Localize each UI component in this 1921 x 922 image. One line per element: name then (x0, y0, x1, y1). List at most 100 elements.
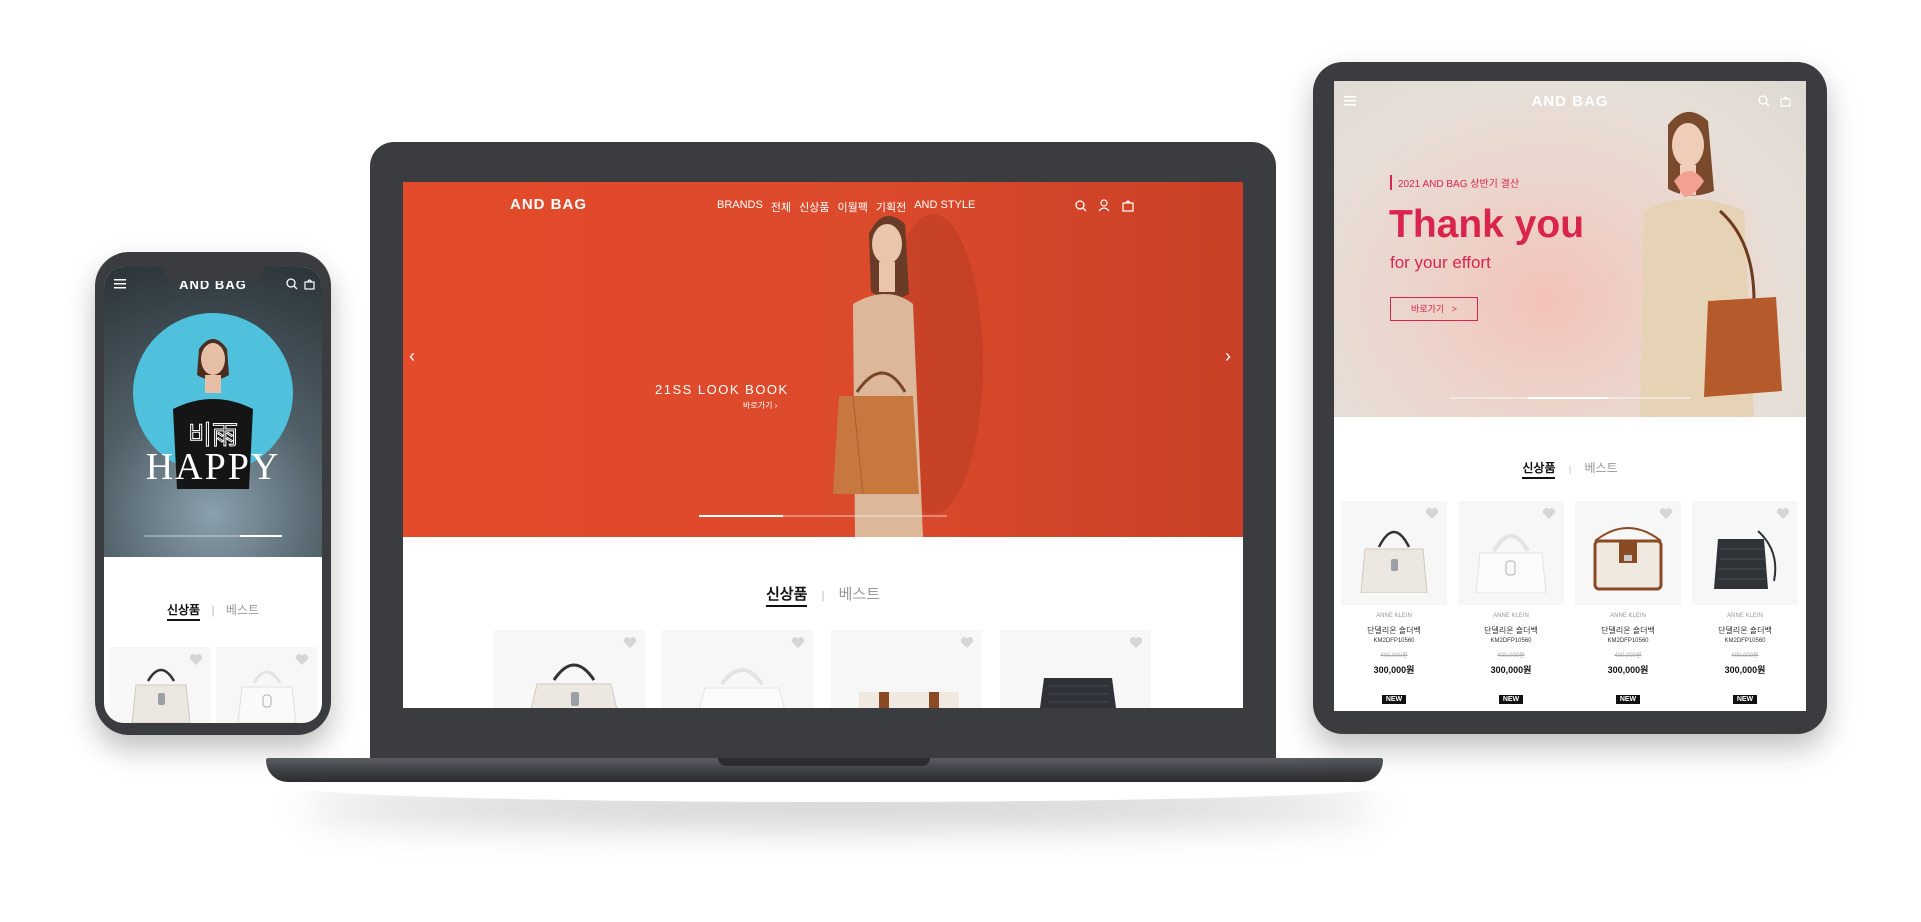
tablet-product-image-2[interactable] (1458, 501, 1564, 605)
product-name[interactable]: 단델리온 숄더백 (1341, 625, 1447, 636)
wishlist-heart-icon[interactable] (1129, 636, 1143, 649)
laptop-search-icon[interactable] (1075, 200, 1087, 212)
tablet-tabs: 신상품 | 베스트 (1334, 459, 1806, 479)
new-badge: NEW (1732, 695, 1758, 704)
mobile-search-icon[interactable] (286, 278, 298, 290)
tablet-device: 2021 AND BAG 상반기 결산 Thank you for your e… (1313, 62, 1827, 734)
tablet-product-info-2: ANNE KLEIN 단델리온 숄더백 KM2DFP10560 400,000원… (1458, 613, 1564, 706)
laptop-hero: 21SS LOOK BOOK 바로가기 › ‹ › (403, 182, 1243, 537)
mobile-tab-best[interactable]: 베스트 (226, 603, 259, 617)
nav-carryover[interactable]: 이월팩 (837, 199, 867, 215)
product-bag-image (1360, 530, 1428, 593)
tablet-product-image-3[interactable] (1575, 501, 1681, 605)
laptop-product-card-4[interactable] (1000, 630, 1151, 708)
mobile-product-card-2[interactable] (216, 647, 317, 723)
tablet-hero-eyebrow: 2021 AND BAG 상반기 결산 (1390, 175, 1519, 190)
laptop-bag-icon[interactable] (1122, 199, 1134, 212)
product-price: 300,000원 (1724, 665, 1766, 675)
mobile-tab-new[interactable]: 신상품 (166, 603, 201, 621)
laptop-tabs: 신상품 | 베스트 (403, 583, 1243, 607)
laptop-product-card-1[interactable] (494, 630, 645, 708)
laptop-product-card-2[interactable] (662, 630, 813, 708)
tablet-search-icon[interactable] (1758, 95, 1770, 107)
laptop-model-figure (833, 214, 983, 537)
tablet-hero-subtitle: for your effort (1390, 253, 1491, 272)
tablet-hero: 2021 AND BAG 상반기 결산 Thank you for your e… (1334, 81, 1806, 417)
product-original-price: 400,000원 (1614, 653, 1642, 659)
tablet-product-image-4[interactable] (1692, 501, 1798, 605)
mobile-device: 비雨 HAPPY AND BAG 신상품 | 베스트 (95, 252, 331, 735)
product-name[interactable]: 단델리온 숄더백 (1458, 625, 1564, 636)
product-bag-image (530, 663, 618, 708)
tablet-model-figure (1640, 111, 1782, 417)
product-name[interactable]: 단델리온 숄더백 (1692, 625, 1798, 636)
product-code: KM2DFP10560 (1607, 638, 1649, 644)
product-brand: ANNE KLEIN (1493, 613, 1529, 619)
product-bag-image (859, 692, 959, 708)
wishlist-heart-icon[interactable] (960, 636, 974, 649)
laptop-brand-logo[interactable]: AND BAG (510, 196, 587, 213)
laptop-device: 21SS LOOK BOOK 바로가기 › ‹ › AND BAG BRANDS… (370, 142, 1276, 760)
laptop-product-card-3[interactable] (831, 630, 982, 708)
laptop-trackpad-notch (718, 758, 930, 766)
product-bag-image (1040, 678, 1116, 708)
laptop-user-icon[interactable] (1098, 199, 1110, 212)
wishlist-heart-icon[interactable] (1776, 507, 1790, 520)
tablet-product-info-3: ANNE KLEIN 단델리온 숄더백 KM2DFP10560 400,000원… (1575, 613, 1681, 706)
product-brand: ANNE KLEIN (1727, 613, 1763, 619)
product-bag-image (237, 670, 297, 723)
laptop-next-arrow[interactable]: › (1225, 346, 1231, 367)
mobile-hero: 비雨 HAPPY (104, 267, 322, 557)
tablet-hero-eyebrow-text: 2021 AND BAG 상반기 결산 (1398, 179, 1520, 190)
mobile-screen: 비雨 HAPPY AND BAG 신상품 | 베스트 (104, 267, 322, 723)
mobile-tab-separator: | (211, 603, 215, 617)
mobile-tabs: 신상품 | 베스트 (104, 601, 322, 621)
laptop-screen: 21SS LOOK BOOK 바로가기 › ‹ › AND BAG BRANDS… (403, 182, 1243, 708)
wishlist-heart-icon[interactable] (1659, 507, 1673, 520)
tablet-tab-best[interactable]: 베스트 (1585, 461, 1618, 475)
mobile-slider-thumb (240, 535, 282, 537)
tablet-screen: 2021 AND BAG 상반기 결산 Thank you for your e… (1334, 81, 1806, 711)
product-bag-image (131, 668, 191, 723)
nav-exhibition[interactable]: 기획전 (876, 199, 906, 215)
laptop-slider-track[interactable] (699, 515, 947, 517)
laptop-slider-thumb (699, 515, 783, 517)
product-bag-image (1475, 534, 1547, 593)
laptop-nav: BRANDS 전체 신상품 이월팩 기획전 AND STYLE (713, 199, 979, 215)
laptop-hero-title[interactable]: 21SS LOOK BOOK (655, 382, 789, 397)
product-code: KM2DFP10560 (1724, 638, 1766, 644)
nav-brands[interactable]: BRANDS (717, 199, 763, 215)
product-code: KM2DFP10560 (1490, 638, 1532, 644)
nav-and-style[interactable]: AND STYLE (914, 199, 975, 215)
mobile-bag-icon[interactable] (304, 278, 315, 290)
tablet-tab-separator: | (1568, 464, 1572, 474)
mobile-product-card-1[interactable] (110, 647, 211, 723)
product-price: 300,000원 (1607, 665, 1649, 675)
tablet-bag-icon[interactable] (1780, 95, 1791, 107)
new-badge: NEW (1498, 695, 1524, 704)
tablet-slider-thumb (1528, 397, 1608, 399)
tablet-product-image-1[interactable] (1341, 501, 1447, 605)
laptop-tab-best[interactable]: 베스트 (839, 586, 880, 603)
laptop-base (266, 758, 1383, 782)
tablet-tab-new[interactable]: 신상품 (1522, 461, 1556, 479)
tablet-hero-title: Thank you (1389, 203, 1585, 246)
nav-all[interactable]: 전체 (771, 199, 791, 215)
wishlist-heart-icon[interactable] (623, 636, 637, 649)
nav-new[interactable]: 신상품 (799, 199, 829, 215)
tablet-hero-button[interactable]: 바로가기 > (1390, 297, 1478, 321)
product-name[interactable]: 단델리온 숄더백 (1575, 625, 1681, 636)
product-bag-image (699, 668, 785, 708)
tablet-slider-track[interactable] (1450, 397, 1690, 399)
product-brand: ANNE KLEIN (1376, 613, 1412, 619)
laptop-hero-link[interactable]: 바로가기 › (743, 400, 777, 411)
mobile-slider-track[interactable] (144, 535, 282, 537)
product-bag-image (1714, 530, 1777, 589)
laptop-prev-arrow[interactable]: ‹ (409, 346, 415, 367)
wishlist-heart-icon[interactable] (791, 636, 805, 649)
tablet-brand-logo[interactable]: AND BAG (1334, 93, 1806, 110)
product-price: 300,000원 (1373, 665, 1415, 675)
new-badge: NEW (1381, 695, 1407, 704)
laptop-tab-separator: | (821, 590, 825, 602)
laptop-tab-new[interactable]: 신상품 (765, 586, 808, 607)
